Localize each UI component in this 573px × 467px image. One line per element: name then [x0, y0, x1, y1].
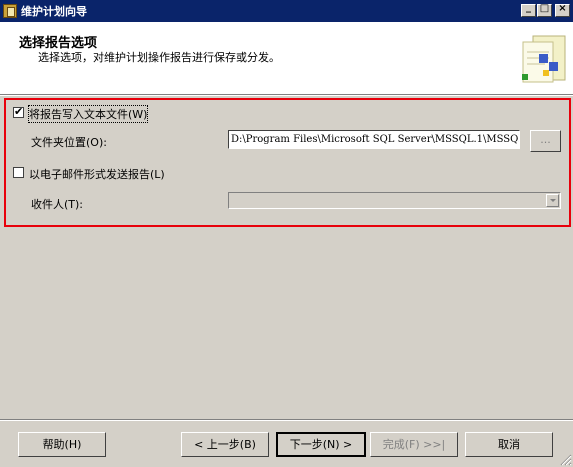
- write-to-file-label[interactable]: 将报告写入文本文件(W): [27, 105, 149, 123]
- window-title: 维护计划向导: [21, 5, 87, 18]
- header-separator: [0, 95, 573, 96]
- close-button[interactable]: ×: [555, 3, 570, 17]
- close-icon: ×: [558, 3, 567, 14]
- email-report-checkbox[interactable]: [13, 167, 24, 178]
- wizard-window: 维护计划向导 _ □ × 选择报告选项 选择选项，对维护计划操作报告进行保存或分…: [0, 0, 573, 467]
- folder-location-label: 文件夹位置(O):: [31, 136, 107, 149]
- page-subtitle: 选择选项，对维护计划操作报告进行保存或分发。: [38, 51, 280, 64]
- wizard-header: 选择报告选项 选择选项，对维护计划操作报告进行保存或分发。: [0, 22, 573, 95]
- recipient-label: 收件人(T):: [31, 198, 84, 211]
- app-icon: [3, 4, 17, 18]
- email-report-label[interactable]: 以电子邮件形式发送报告(L): [29, 166, 165, 182]
- finish-button[interactable]: 完成(F) >>|: [370, 432, 458, 457]
- resize-grip-icon[interactable]: [560, 454, 572, 466]
- folder-location-input[interactable]: D:\Program Files\Microsoft SQL Server\MS…: [228, 130, 520, 149]
- write-to-file-checkbox[interactable]: ✔: [13, 105, 24, 118]
- back-button[interactable]: < 上一步(B): [181, 432, 269, 457]
- chevron-down-icon[interactable]: [546, 194, 559, 207]
- cancel-button[interactable]: 取消: [465, 432, 553, 457]
- maximize-icon: □: [539, 3, 550, 14]
- footer-divider-highlight: [0, 420, 573, 421]
- minimize-button[interactable]: _: [521, 2, 536, 17]
- browse-button[interactable]: ...: [530, 130, 561, 152]
- help-button[interactable]: 帮助(H): [18, 432, 106, 457]
- minimize-icon: _: [526, 2, 531, 13]
- title-bar[interactable]: 维护计划向导 _ □ ×: [0, 0, 573, 22]
- recipient-dropdown[interactable]: [228, 192, 561, 209]
- next-button[interactable]: 下一步(N) >: [276, 432, 366, 457]
- maximize-button[interactable]: □: [537, 3, 552, 17]
- wizard-report-graphic-icon: [522, 35, 566, 83]
- checkmark-icon: ✔: [14, 105, 24, 118]
